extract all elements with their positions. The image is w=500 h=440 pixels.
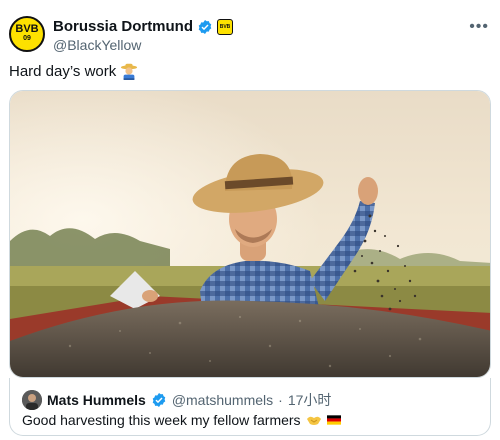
tweet-media-image[interactable] (9, 90, 491, 378)
quoted-author-handle[interactable]: @matshummels (172, 392, 273, 408)
quoted-author-name[interactable]: Mats Hummels (47, 392, 146, 408)
author-display-name[interactable]: Borussia Dortmund (53, 18, 193, 35)
author-handle[interactable]: @BlackYellow (53, 37, 141, 53)
tweet-text: Hard day’s work (9, 62, 138, 80)
avatar-logo-sub: 09 (23, 35, 31, 42)
quoted-tweet-text-content: Good harvesting this week my fellow farm… (22, 412, 301, 428)
author-avatar[interactable]: BVB 09 (9, 16, 45, 52)
avatar-logo: BVB 09 (15, 24, 38, 44)
quoted-author-avatar[interactable] (22, 390, 42, 410)
quoted-tweet[interactable]: Mats Hummels @matshummels · 17小时 Good ha… (9, 378, 491, 436)
verified-badge-icon (152, 393, 166, 407)
dot-separator: · (278, 392, 283, 408)
avatar-logo-text: BVB (15, 23, 39, 35)
tweet-header: BVB 09 Borussia Dortmund BVB @BlackYello… (9, 14, 491, 54)
quoted-avatar-photo (22, 390, 42, 410)
more-options-icon[interactable]: ••• (469, 18, 489, 36)
quoted-tweet-text: Good harvesting this week my fellow farm… (22, 412, 341, 428)
farmer-photo (10, 91, 490, 377)
quoted-tweet-header: Mats Hummels @matshummels · 17小时 (22, 390, 331, 410)
farmer-emoji-icon (121, 63, 138, 80)
handshake-emoji-icon (306, 416, 321, 425)
author-name-row: Borussia Dortmund BVB (53, 18, 234, 35)
quoted-timestamp[interactable]: 17小时 (288, 390, 332, 410)
germany-flag-icon (326, 415, 341, 425)
affiliate-badge-icon: BVB (217, 18, 234, 35)
tweet-text-content: Hard day’s work (9, 62, 117, 80)
verified-badge-icon (198, 19, 212, 34)
